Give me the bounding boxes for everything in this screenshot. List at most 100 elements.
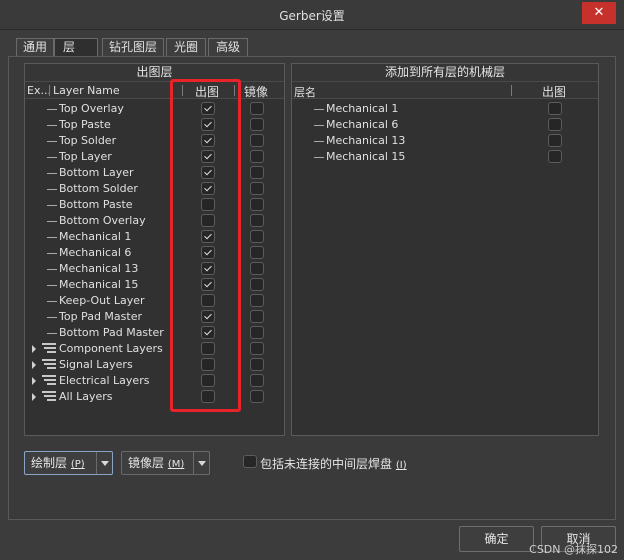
col-expand[interactable]: Ex...	[27, 84, 51, 97]
plot-checkbox[interactable]	[201, 166, 215, 179]
mirror-checkbox[interactable]	[250, 102, 264, 115]
col-plot[interactable]: 出图	[542, 83, 566, 100]
mirror-checkbox[interactable]	[250, 198, 264, 211]
plot-checkbox[interactable]	[201, 198, 215, 211]
plot-checkbox[interactable]	[201, 278, 215, 291]
include-unconnected-pads-label: 包括未连接的中间层焊盘 (I)	[260, 455, 407, 472]
tab-drill-drawing[interactable]: 钻孔图层	[102, 38, 164, 56]
mirror-checkbox[interactable]	[250, 182, 264, 195]
layer-row[interactable]: Mechanical 13	[25, 261, 284, 277]
plot-checkbox[interactable]	[201, 182, 215, 195]
plot-checkbox[interactable]	[201, 214, 215, 227]
plot-layers-hotkey: (P)	[70, 459, 85, 470]
ok-button[interactable]: 确定	[459, 526, 534, 552]
layer-group-name: Signal Layers	[59, 358, 133, 371]
mirror-checkbox[interactable]	[250, 310, 264, 323]
layer-row[interactable]: Bottom Solder	[25, 181, 284, 197]
mirror-checkbox[interactable]	[250, 134, 264, 147]
plot-checkbox[interactable]	[201, 246, 215, 259]
include-unconnected-pads-checkbox[interactable]	[243, 455, 257, 468]
plot-checkbox[interactable]	[201, 342, 215, 355]
tab-general[interactable]: 通用	[16, 38, 54, 56]
layer-row[interactable]: Top Layer	[25, 149, 284, 165]
watermark: CSDN @抹探102	[529, 543, 618, 556]
expand-arrow-icon[interactable]	[32, 361, 36, 369]
mechanical-layer-row[interactable]: Mechanical 13	[292, 133, 598, 149]
layer-row[interactable]: Top Solder	[25, 133, 284, 149]
plot-checkbox[interactable]	[201, 358, 215, 371]
layer-group-row[interactable]: All Layers	[25, 389, 284, 405]
layer-row[interactable]: Bottom Layer	[25, 165, 284, 181]
plot-checkbox[interactable]	[548, 134, 562, 147]
expand-arrow-icon[interactable]	[32, 377, 36, 385]
close-button[interactable]: ✕	[582, 2, 616, 24]
plot-checkbox[interactable]	[201, 118, 215, 131]
layer-group-row[interactable]: Component Layers	[25, 341, 284, 357]
mirror-checkbox[interactable]	[250, 230, 264, 243]
mirror-checkbox[interactable]	[250, 390, 264, 403]
mirror-checkbox[interactable]	[250, 214, 264, 227]
layer-row[interactable]: Mechanical 15	[25, 277, 284, 293]
column-separator	[182, 85, 183, 96]
layer-group-icon-bar	[44, 395, 56, 397]
layer-group-row[interactable]: Electrical Layers	[25, 373, 284, 389]
mechanical-layer-name: Mechanical 1	[326, 102, 399, 115]
layer-group-icon-bar	[44, 379, 56, 381]
col-layer-name[interactable]: Layer Name	[53, 84, 120, 97]
plot-checkbox[interactable]	[201, 326, 215, 339]
plot-checkbox[interactable]	[201, 134, 215, 147]
plot-checkbox[interactable]	[201, 310, 215, 323]
mirror-checkbox[interactable]	[250, 246, 264, 259]
mirror-checkbox[interactable]	[250, 326, 264, 339]
mirror-checkbox[interactable]	[250, 278, 264, 291]
expand-arrow-icon[interactable]	[32, 345, 36, 353]
tab-advanced[interactable]: 高级	[208, 38, 248, 56]
plot-checkbox[interactable]	[201, 230, 215, 243]
plot-checkbox[interactable]	[201, 150, 215, 163]
layer-name: Top Pad Master	[59, 310, 142, 323]
layer-row[interactable]: Keep-Out Layer	[25, 293, 284, 309]
plot-checkbox[interactable]	[201, 102, 215, 115]
plot-checkbox[interactable]	[548, 150, 562, 163]
layer-row[interactable]: Top Paste	[25, 117, 284, 133]
layer-group-icon	[42, 343, 56, 355]
tab-apertures[interactable]: 光圈	[166, 38, 206, 56]
mechanical-layer-row[interactable]: Mechanical 6	[292, 117, 598, 133]
layer-group-icon-bar	[42, 359, 56, 361]
col-mirror[interactable]: 镜像	[244, 83, 268, 100]
plot-checkbox[interactable]	[201, 390, 215, 403]
chevron-down-icon	[193, 452, 209, 474]
mirror-checkbox[interactable]	[250, 358, 264, 371]
layer-line-icon	[47, 221, 57, 222]
mirror-checkbox[interactable]	[250, 294, 264, 307]
expand-arrow-icon[interactable]	[32, 393, 36, 401]
mechanical-layer-row[interactable]: Mechanical 1	[292, 101, 598, 117]
tab-layers[interactable]: 层	[54, 38, 98, 57]
mirror-layers-dropdown[interactable]: 镜像层 (M)	[121, 451, 210, 475]
layer-row[interactable]: Bottom Pad Master	[25, 325, 284, 341]
mirror-checkbox[interactable]	[250, 166, 264, 179]
layer-line-icon	[47, 269, 57, 270]
layer-row[interactable]: Top Pad Master	[25, 309, 284, 325]
layer-row[interactable]: Bottom Paste	[25, 197, 284, 213]
col-plot[interactable]: 出图	[195, 83, 219, 100]
plot-checkbox[interactable]	[548, 118, 562, 131]
plot-checkbox[interactable]	[201, 374, 215, 387]
plot-checkbox[interactable]	[201, 262, 215, 275]
layer-row[interactable]: Bottom Overlay	[25, 213, 284, 229]
mirror-checkbox[interactable]	[250, 262, 264, 275]
mirror-checkbox[interactable]	[250, 118, 264, 131]
mechanical-layer-row[interactable]: Mechanical 15	[292, 149, 598, 165]
mirror-checkbox[interactable]	[250, 374, 264, 387]
mirror-checkbox[interactable]	[250, 150, 264, 163]
layer-group-row[interactable]: Signal Layers	[25, 357, 284, 373]
layer-name: Bottom Solder	[59, 182, 138, 195]
layer-row[interactable]: Mechanical 6	[25, 245, 284, 261]
plot-checkbox[interactable]	[201, 294, 215, 307]
plot-checkbox[interactable]	[548, 102, 562, 115]
layer-row[interactable]: Top Overlay	[25, 101, 284, 117]
plot-layers-dropdown[interactable]: 绘制层 (P)	[24, 451, 113, 475]
layer-row[interactable]: Mechanical 1	[25, 229, 284, 245]
col-layer-name[interactable]: 层名	[294, 84, 316, 100]
mirror-checkbox[interactable]	[250, 342, 264, 355]
